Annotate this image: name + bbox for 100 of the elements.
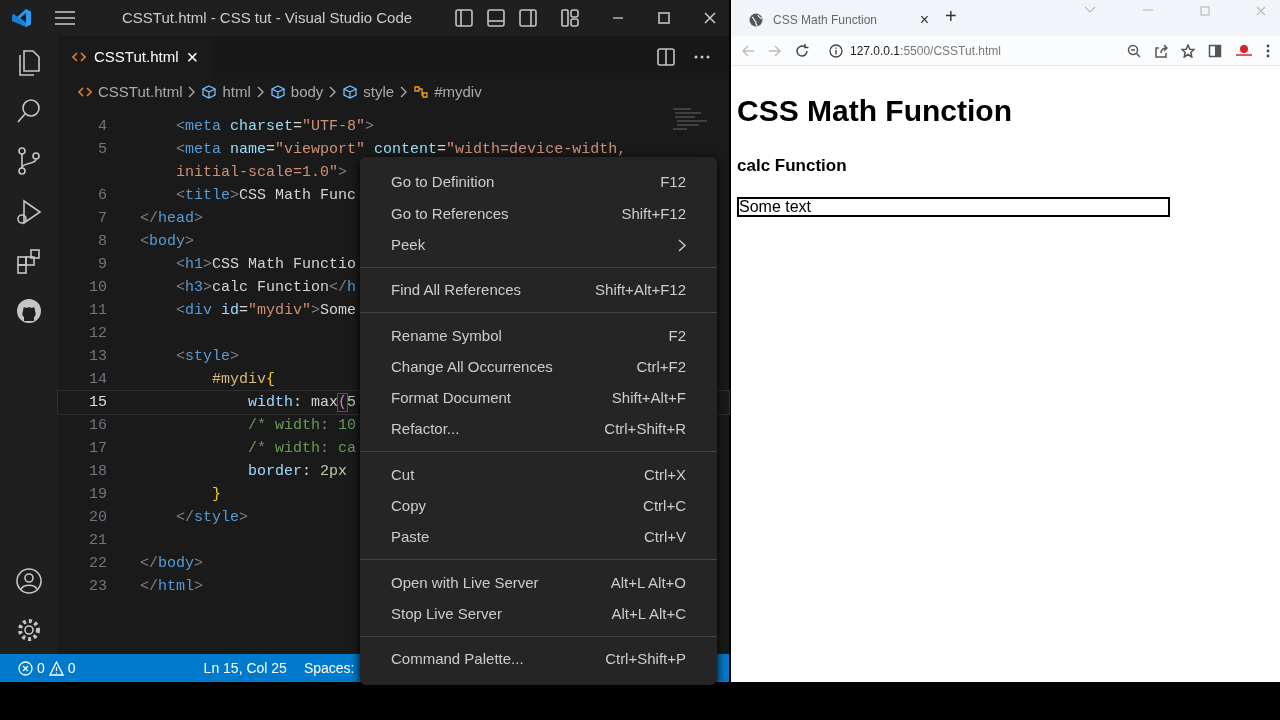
github-icon[interactable]: [15, 297, 43, 325]
menu-item[interactable]: Copy Ctrl+C: [360, 490, 717, 522]
line-number: 9: [97, 255, 107, 275]
menu-item[interactable]: Find All References Shift+Alt+F12: [360, 274, 717, 307]
warning-icon[interactable]: [48, 660, 64, 676]
line-number: 8: [97, 232, 107, 252]
line-number: 12: [88, 324, 107, 344]
error-icon[interactable]: [18, 660, 33, 676]
source-control-icon[interactable]: [15, 146, 43, 176]
line-number: 18: [88, 462, 107, 482]
line-number: 5: [97, 140, 107, 160]
menu-label: Command Palette...: [391, 649, 524, 670]
bordered-text-box: Some text: [737, 196, 1170, 217]
code-line: border: 2px: [247, 462, 348, 482]
chevron-icon: [329, 86, 338, 98]
breadcrumb-item[interactable]: style: [363, 80, 395, 104]
star-icon[interactable]: [1181, 43, 1195, 58]
settings-icon[interactable]: [15, 616, 43, 644]
breadcrumb-item[interactable]: CSSTut.html: [98, 80, 183, 104]
chevron-right-icon: [678, 238, 686, 252]
code-line: }: [211, 485, 221, 505]
line-number: 23: [88, 577, 107, 597]
menu-label: Rename Symbol: [391, 325, 502, 346]
info-icon[interactable]: [829, 43, 843, 58]
warning-count[interactable]: 0: [67, 657, 76, 679]
layout-sidebar-right-icon[interactable]: [519, 9, 537, 27]
vscode-logo-icon[interactable]: [10, 7, 32, 29]
menu-shortcut: Ctrl+X: [643, 464, 686, 485]
reload-icon[interactable]: [795, 43, 809, 58]
menu-item[interactable]: Go to References Shift+F12: [360, 198, 717, 230]
menu-item[interactable]: Go to Definition F12: [360, 167, 717, 199]
maximize-icon[interactable]: [657, 11, 671, 25]
customize-layout-icon[interactable]: [561, 9, 579, 27]
error-count[interactable]: 0: [37, 657, 45, 679]
code-line: <div id="mydiv">Some: [175, 301, 357, 321]
code-line: <style>: [175, 347, 240, 367]
breadcrumb-item[interactable]: #mydiv: [434, 80, 482, 104]
chevron-icon: [256, 86, 265, 98]
account-icon[interactable]: [15, 567, 43, 595]
menu-label: Peek: [391, 235, 426, 255]
menu-label: Go to Definition: [391, 172, 495, 193]
menu-shortcut: Ctrl+V: [643, 527, 686, 548]
menu-label: Format Document: [391, 388, 512, 409]
menu-item[interactable]: Stop Live Server Alt+L Alt+C: [360, 598, 717, 630]
cube-icon: [343, 85, 358, 99]
tab-close-button[interactable]: ×: [919, 8, 929, 32]
breadcrumb-item[interactable]: body: [290, 80, 324, 104]
menu-label: Find All References: [391, 280, 522, 301]
menu-item[interactable]: Change All Occurrences Ctrl+F2: [360, 351, 717, 383]
tab-close-button[interactable]: ×: [186, 47, 199, 67]
code-line: </head>: [140, 209, 204, 229]
menu-shortcut: Shift+Alt+F: [611, 388, 686, 409]
line-number: 13: [88, 347, 107, 367]
more-menu-icon[interactable]: [1266, 43, 1270, 58]
menu-label: Refactor...: [391, 419, 460, 440]
line-number: 10: [88, 278, 107, 298]
split-editor-icon[interactable]: [657, 48, 675, 66]
layout-sidebar-icon[interactable]: [455, 9, 473, 27]
line-number: 15: [88, 393, 107, 413]
extensions-icon[interactable]: [15, 248, 43, 276]
layout-panel-icon[interactable]: [487, 9, 505, 27]
zoom-out-icon[interactable]: [1127, 43, 1141, 58]
search-icon[interactable]: [15, 97, 43, 125]
menu-label: Copy: [391, 496, 427, 517]
menu-label: Paste: [391, 527, 430, 548]
menu-item[interactable]: Rename Symbol F2: [360, 320, 717, 352]
line-number: 7: [97, 209, 107, 229]
globe-icon: [749, 13, 763, 27]
menu-icon[interactable]: [54, 10, 76, 26]
menu-item[interactable]: Peek: [360, 229, 717, 261]
share-icon[interactable]: [1154, 43, 1168, 58]
more-actions-icon[interactable]: [693, 54, 711, 60]
code-line: /* width: ca: [247, 439, 357, 459]
menu-item[interactable]: Paste Ctrl+V: [360, 521, 717, 554]
new-tab-button[interactable]: +: [945, 1, 957, 31]
menu-item[interactable]: Format Document Shift+Alt+F: [360, 382, 717, 415]
html-file-icon: [78, 85, 92, 99]
menu-item[interactable]: Command Palette... Ctrl+Shift+P: [360, 643, 717, 676]
menu-item[interactable]: Cut Ctrl+X: [360, 459, 717, 491]
cursor-position[interactable]: Ln 15, Col 25: [203, 657, 287, 679]
chevron-icon: [400, 86, 409, 98]
close-icon[interactable]: [703, 11, 717, 25]
page-subheading: calc Function: [737, 155, 848, 177]
menu-shortcut: Ctrl+Shift+R: [604, 419, 686, 440]
window-title: CSSTut.html - CSS tut - Visual Studio Code: [122, 7, 413, 28]
line-number: 4: [97, 117, 107, 137]
menu-item[interactable]: Refactor... Ctrl+Shift+R: [360, 414, 717, 446]
url-text[interactable]: 127.0.0.1:5500/CSSTut.html: [850, 41, 1001, 60]
code-line: <title>CSS Math Func: [175, 186, 357, 206]
breadcrumb-item[interactable]: html: [222, 80, 251, 104]
menu-shortcut: F12: [660, 172, 686, 193]
run-debug-icon[interactable]: [14, 197, 44, 227]
menu-shortcut: Shift+Alt+F12: [595, 280, 686, 301]
menu-label: Cut: [391, 464, 415, 485]
side-panel-icon[interactable]: [1208, 43, 1222, 58]
menu-item[interactable]: Open with Live Server Alt+L Alt+O: [360, 567, 717, 599]
code-line: /* width: 10: [247, 416, 357, 436]
indentation-status[interactable]: Spaces:: [303, 657, 355, 679]
page-heading: CSS Math Function: [737, 93, 1013, 129]
menu-label: Go to References: [391, 203, 509, 224]
